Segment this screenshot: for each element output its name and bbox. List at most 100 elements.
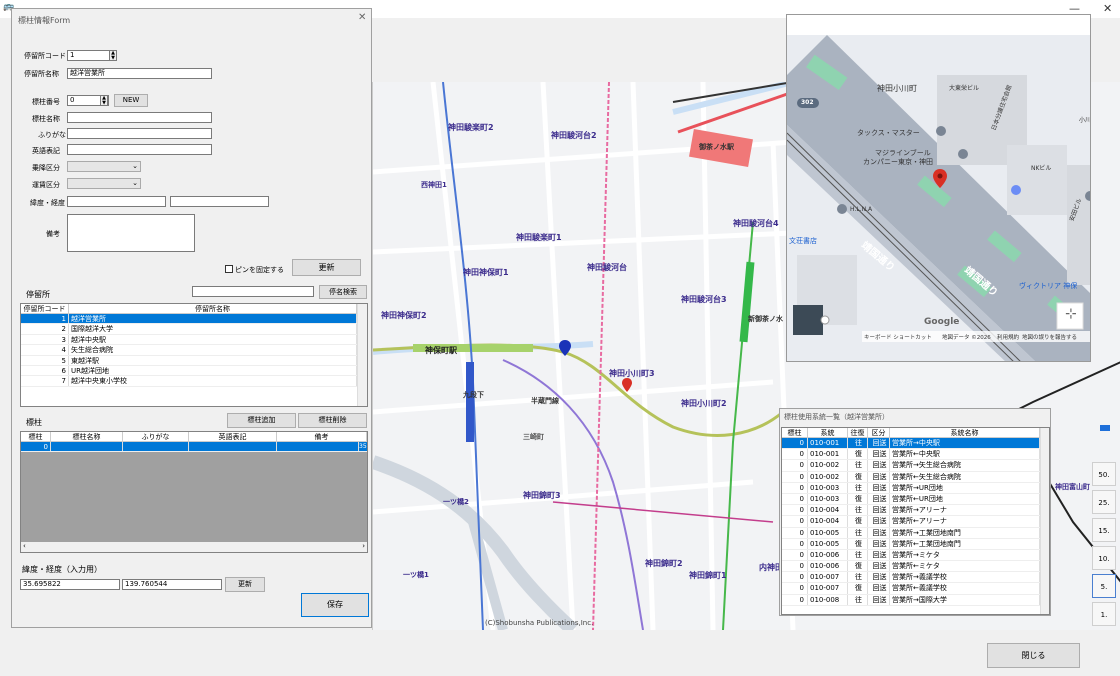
table-row[interactable]: 0 010-004 復回送 営業所←アリーナ: [782, 516, 1049, 528]
scroll-left-icon[interactable]: ‹: [23, 542, 26, 550]
table-row[interactable]: 0 010-005 往回送 営業所→工業団地南門: [782, 527, 1049, 539]
stops-grid[interactable]: 停留所コード 停留所名称 1 越洋営業所 2 国際越洋大学 3 越洋中央駅 4 矢生総合…: [20, 303, 368, 407]
close-window-button[interactable]: ✕: [1103, 2, 1112, 15]
cell: 営業所→中央駅: [890, 438, 1040, 449]
cell: 往: [848, 572, 868, 583]
table-row[interactable]: 2 国際越洋大学: [21, 324, 367, 335]
table-row[interactable]: 4 矢生総合病院: [21, 345, 367, 356]
table-row[interactable]: 0 010-001 往回送 営業所→中央駅: [782, 438, 1049, 450]
zoom-1-button[interactable]: 1.: [1092, 602, 1116, 626]
cell: 010-005: [808, 527, 848, 538]
zoom-25-button[interactable]: 25.: [1092, 490, 1116, 514]
note-textarea[interactable]: [67, 214, 195, 252]
furigana-label: ふりがな: [38, 131, 66, 139]
col-header[interactable]: 停留所名称: [69, 304, 357, 313]
pole-no-spinner[interactable]: ▲ ▼: [100, 95, 108, 106]
table-row[interactable]: 0 35: [21, 442, 367, 453]
cell: 010-004: [808, 505, 848, 516]
form-update-button[interactable]: 更新: [292, 259, 361, 276]
coords-lat-field[interactable]: 35.695822: [20, 579, 120, 590]
col-header[interactable]: 標柱名称: [51, 432, 123, 441]
table-row[interactable]: 0 010-006 往回送 営業所→ミケタ: [782, 549, 1049, 562]
pole-add-button[interactable]: 標柱追加: [227, 413, 296, 428]
route-grid-header: 標柱 系統 往復 区分 系統名称: [782, 428, 1049, 438]
zoom-15-button[interactable]: 15.: [1092, 518, 1116, 542]
zoom-50-button[interactable]: 50.: [1092, 462, 1116, 486]
table-row[interactable]: 0 010-008 往回送 営業所→国際大学: [782, 594, 1049, 606]
latlng-label: 緯度・経度: [30, 199, 65, 207]
fare-class-select[interactable]: ⌄: [67, 178, 141, 189]
stop-search-field[interactable]: [192, 286, 314, 297]
scroll-right-icon[interactable]: ›: [362, 542, 365, 550]
cell: 往: [848, 594, 868, 605]
col-header[interactable]: 備考: [277, 432, 367, 441]
coords-update-button[interactable]: 更新: [225, 577, 265, 592]
map-label: 三崎町: [523, 433, 544, 441]
table-row[interactable]: 0 010-007 復回送 営業所←義議学校: [782, 583, 1049, 595]
new-button[interactable]: NEW: [114, 94, 148, 107]
cell: 4: [21, 345, 69, 355]
google-map-inset[interactable]: 302 神田小川町 大東栄ビル タックス・マスター マジラインブール カンパニー…: [786, 14, 1091, 362]
cell: 7: [21, 376, 69, 386]
col-header[interactable]: 停留所コード: [21, 304, 69, 313]
zoom-10-button[interactable]: 10.: [1092, 546, 1116, 570]
col-header[interactable]: 系統名称: [890, 428, 1040, 437]
stop-search-button[interactable]: 停名検索: [319, 285, 367, 299]
col-header[interactable]: 英語表記: [189, 432, 277, 441]
fullscreen-icon[interactable]: ⊹: [1065, 306, 1077, 322]
close-icon[interactable]: ✕: [358, 12, 366, 23]
stops-scrollbar[interactable]: [357, 304, 367, 406]
table-row[interactable]: 0 010-002 往回送 営業所→矢生総合病院: [782, 460, 1049, 472]
poles-grid[interactable]: 標柱 標柱名称 ふりがな 英語表記 備考 0 35 ‹ ›: [20, 431, 368, 553]
table-row[interactable]: 0 010-003 復回送 営業所←UR団地: [782, 493, 1049, 506]
col-header[interactable]: 往復: [848, 428, 868, 437]
zoom-slider-thumb[interactable]: [1100, 425, 1110, 431]
table-row[interactable]: 0 010-006 復回送 営業所←ミケタ: [782, 561, 1049, 573]
cell: 営業所→工業団地南門: [890, 527, 1040, 538]
cell: 東越洋駅: [69, 355, 357, 365]
pole-delete-button[interactable]: 標柱削除: [298, 413, 367, 428]
cell: 往: [848, 438, 868, 449]
table-row[interactable]: 0 010-003 往回送 営業所→UR団地: [782, 482, 1049, 494]
col-header[interactable]: 標柱: [21, 432, 51, 441]
stop-name-field[interactable]: 越洋営業所: [67, 68, 212, 79]
map-label: 新御茶ノ水: [748, 315, 783, 323]
col-header[interactable]: 区分: [868, 428, 890, 437]
stop-code-spinner[interactable]: ▲ ▼: [109, 50, 117, 61]
english-field[interactable]: [67, 144, 212, 155]
table-row[interactable]: 3 越洋中央駅: [21, 334, 367, 346]
col-header[interactable]: 標柱: [782, 428, 808, 437]
close-button[interactable]: 閉じる: [987, 643, 1080, 668]
col-header[interactable]: ふりがな: [123, 432, 189, 441]
cell: 営業所←工業団地南門: [890, 538, 1040, 549]
route-class-select[interactable]: ⌄: [67, 161, 141, 172]
route-grid[interactable]: 標柱 系統 往復 区分 系統名称 0 010-001 往回送 営業所→中央駅 0 010-…: [781, 427, 1050, 615]
pin-fix-checkbox[interactable]: [225, 265, 233, 273]
table-row[interactable]: 5 東越洋駅: [21, 355, 367, 366]
route-scrollbar[interactable]: [1040, 428, 1049, 614]
report-error-link[interactable]: 地図の誤りを報告する: [1022, 333, 1077, 341]
longitude-field[interactable]: [170, 196, 269, 207]
cell: 復: [848, 561, 868, 572]
pole-name-field[interactable]: [67, 112, 212, 123]
col-header[interactable]: 系統: [808, 428, 848, 437]
furigana-field[interactable]: [67, 128, 212, 139]
table-row[interactable]: 0 010-001 復回送 営業所←中央駅: [782, 449, 1049, 461]
save-button[interactable]: 保存: [301, 593, 369, 617]
table-row[interactable]: 7 越洋中央東小学校: [21, 376, 367, 387]
terms-link[interactable]: 利用規約: [997, 333, 1019, 341]
table-row[interactable]: 1 越洋営業所: [21, 314, 367, 325]
cell: 営業所←矢生総合病院: [890, 471, 1040, 482]
table-row[interactable]: 0 010-004 往回送 営業所→アリーナ: [782, 505, 1049, 517]
latitude-field[interactable]: [67, 196, 166, 207]
coords-lng-field[interactable]: 139.760544: [122, 579, 222, 590]
map-label: 一ツ橋1: [403, 571, 429, 579]
table-row[interactable]: 0 010-007 往回送 営業所→義議学校: [782, 572, 1049, 584]
cell: 営業所←ミケタ: [890, 561, 1040, 572]
table-row[interactable]: 0 010-005 復回送 営業所←工業団地南門: [782, 538, 1049, 550]
zoom-5-button[interactable]: 5.: [1092, 574, 1116, 598]
table-row[interactable]: 0 010-002 復回送 営業所←矢生総合病院: [782, 471, 1049, 483]
keyboard-shortcuts-link[interactable]: キーボード ショートカット: [864, 333, 932, 341]
poles-hscrollbar[interactable]: ‹ ›: [21, 542, 367, 552]
table-row[interactable]: 6 UR越洋団地: [21, 365, 367, 377]
